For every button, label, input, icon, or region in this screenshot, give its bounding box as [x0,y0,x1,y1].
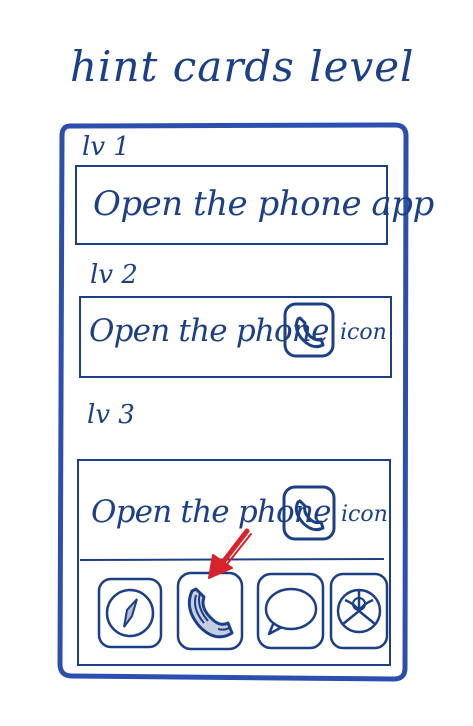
hint-suffix-lv3: icon [341,502,388,527]
level-label-lv3: lv 3 [87,400,135,430]
sketch-canvas [57,122,409,682]
page-title: hint cards level [70,42,415,91]
hint-suffix-lv2: icon [340,320,387,345]
phone-icon [176,571,244,651]
hint-text-lv1: Open the phone app [93,184,434,224]
photos-icon [329,572,389,650]
level-label-lv1: lv 1 [82,132,130,162]
hint-text-lv2: Open the phone [89,313,329,349]
hint-arrow [208,528,252,579]
compass-icon [97,577,163,649]
hint-text-lv3: Open the phone [91,494,331,530]
chat-bubble-icon [256,572,325,650]
level-label-lv2: lv 2 [90,260,138,290]
